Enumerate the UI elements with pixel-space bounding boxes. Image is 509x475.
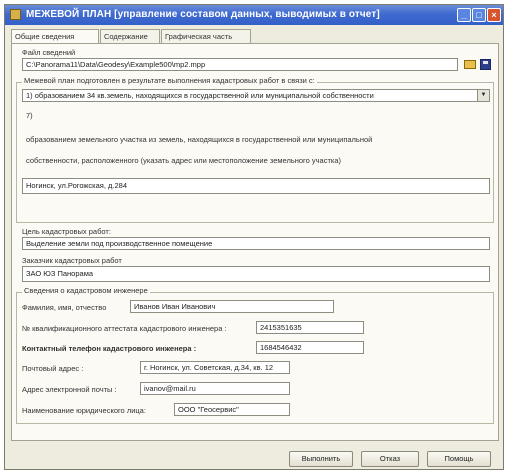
purpose-label: Цель кадастровых работ: [22,227,111,236]
cert-field[interactable]: 2415351635 [256,321,364,334]
tab-content[interactable]: Содержание [100,29,160,43]
reason-number: 7) [26,111,33,120]
reason-selected: 1) образованием 34 кв.земель, находящихс… [26,91,374,100]
file-label: Файл сведений [22,48,76,57]
engineer-group-label: Сведения о кадастровом инженере [22,286,150,295]
tab-panel: Файл сведений C:\Panorama11\Data\Geodesy… [11,43,499,441]
org-label: Наименование юридического лица: [22,406,146,415]
reason-desc-line1: образованием земельного участка из земел… [26,135,373,144]
tab-graphics[interactable]: Графическая часть [161,29,251,43]
minimize-button[interactable]: _ [457,8,471,22]
address-field[interactable]: Ногинск, ул.Рогожская, д.284 [22,178,490,194]
close-button[interactable]: × [487,8,501,22]
chevron-down-icon[interactable]: ▼ [477,90,489,101]
customer-label: Заказчик кадастровых работ [22,256,122,265]
reason-desc-line2: собственности, расположенного (указать а… [26,156,342,165]
file-path-field[interactable]: C:\Panorama11\Data\Geodesy\Example500\mp… [22,58,458,71]
help-button[interactable]: Помощь [427,451,491,467]
customer-field[interactable]: ЗАО ЮЗ Панорама [22,266,490,282]
phone-label: Контактный телефон кадастрового инженера… [22,344,197,353]
window-title: МЕЖЕВОЙ ПЛАН [управление составом данных… [26,9,380,20]
reason-group [16,82,494,223]
org-field[interactable]: ООО "Геосервис" [174,403,290,416]
purpose-field[interactable]: Выделение земли под производственное пом… [22,237,490,250]
post-field[interactable]: г. Ногинск, ул. Советская, д.34, кв. 12 [140,361,290,374]
open-folder-icon[interactable] [464,60,476,69]
cert-label: № квалификационного аттестата кадастрово… [22,324,227,333]
post-label: Почтовый адрес : [22,364,84,373]
title-bar[interactable]: МЕЖЕВОЙ ПЛАН [управление составом данных… [5,5,503,25]
fio-field[interactable]: Иванов Иван Иванович [130,300,334,313]
reason-dropdown[interactable]: 1) образованием 34 кв.земель, находящихс… [22,89,490,102]
maximize-button[interactable]: □ [472,8,486,22]
save-icon[interactable] [480,59,491,70]
app-icon [10,9,21,20]
email-label: Адрес электронной почты : [22,385,117,394]
phone-field[interactable]: 1684546432 [256,341,364,354]
email-field[interactable]: ivanov@mail.ru [140,382,290,395]
cancel-button[interactable]: Отказ [361,451,419,467]
fio-label: Фамилия, имя, отчество [22,303,107,312]
dialog-window: МЕЖЕВОЙ ПЛАН [управление составом данных… [4,4,504,470]
tab-general[interactable]: Общие сведения [11,29,99,44]
reason-label: Межевой план подготовлен в результате вы… [22,76,317,85]
run-button[interactable]: Выполнить [289,451,353,467]
